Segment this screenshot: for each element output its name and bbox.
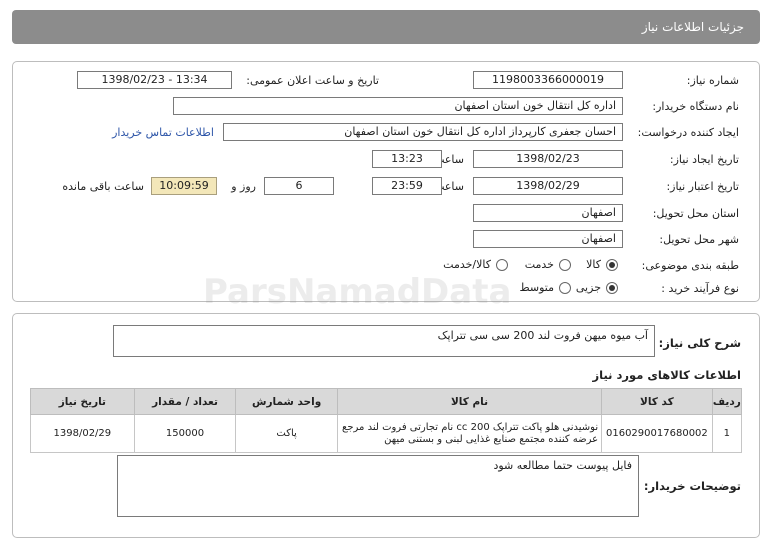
delivery-province-field[interactable]: اصفهان (473, 204, 623, 222)
created-date-label: تاریخ ایجاد نیاز: (669, 153, 739, 166)
delivery-city-field[interactable]: اصفهان (473, 230, 623, 248)
general-description-label: شرح کلی نیاز: (658, 336, 741, 350)
announce-datetime-field[interactable]: 1398/02/23 - 13:34 (77, 71, 232, 89)
item-quantity: 150000 (133, 414, 237, 453)
watermark-logo: ParsNamadData (203, 272, 512, 312)
process-type-label: نوع فرآیند خرید : (661, 282, 739, 295)
process-partial-radio[interactable] (606, 282, 618, 294)
category-goods-label: کالا (586, 258, 601, 271)
goods-section-title: اطلاعات کالاهای مورد نیاز (592, 368, 741, 382)
validity-time-field[interactable]: 23:59 (372, 177, 442, 195)
need-info-panel: ParsNamadData شماره نیاز: 11980033660000… (12, 61, 760, 312)
buyer-contact-link[interactable]: اطلاعات تماس خریدار (112, 126, 214, 139)
goods-table-header: ردیف کد کالا نام کالا واحد شمارش تعداد /… (30, 388, 743, 415)
category-goods-service-radio[interactable] (496, 259, 508, 271)
item-date: 1398/02/29 (30, 414, 135, 453)
category-service-label: خدمت (524, 258, 554, 271)
need-number-label: شماره نیاز: (686, 74, 739, 87)
delivery-province-label: استان محل تحویل: (652, 207, 739, 220)
validity-days-label: روز و (231, 180, 256, 193)
page-header: جزئیات اطلاعات نیاز (12, 10, 760, 44)
remaining-time-label: ساعت باقی مانده (62, 180, 144, 193)
announce-datetime-label: تاریخ و ساعت اعلان عمومی: (246, 74, 379, 87)
buyer-org-field[interactable]: اداره کل انتقال خون استان اصفهان (173, 97, 623, 115)
row-number: 1 (711, 414, 743, 453)
category-service-radio[interactable] (559, 259, 571, 271)
col-code-header: کد کالا (601, 388, 713, 415)
general-description-field[interactable]: آب میوه میهن فروت لند 200 سی سی تتراپک (113, 325, 655, 357)
created-time-field[interactable]: 13:23 (372, 150, 442, 168)
col-date-header: تاریخ نیاز (30, 388, 135, 415)
goods-table: ردیف کد کالا نام کالا واحد شمارش تعداد /… (30, 388, 743, 453)
category-goods-service-label: کالا/خدمت (443, 258, 491, 271)
item-name: نوشیدنی هلو پاکت تتراپک 200 cc نام تجارت… (336, 414, 603, 453)
process-partial-label: جزیی (575, 281, 601, 294)
buyer-notes-field[interactable]: فایل پیوست حتما مطالعه شود (117, 455, 639, 517)
col-unit-header: واحد شمارش (235, 388, 338, 415)
page-title: جزئیات اطلاعات نیاز (641, 20, 744, 34)
created-date-field[interactable]: 1398/02/23 (473, 150, 623, 168)
table-row: 1 0160290017680002 نوشیدنی هلو پاکت تترا… (30, 414, 743, 453)
item-unit: پاکت (235, 414, 338, 453)
process-medium-label: متوسط (519, 281, 554, 294)
process-medium-radio[interactable] (559, 282, 571, 294)
col-quantity-header: تعداد / مقدار (133, 388, 237, 415)
category-label: طبقه بندی موضوعی: (641, 259, 739, 272)
category-goods-radio[interactable] (606, 259, 618, 271)
delivery-city-label: شهر محل تحویل: (659, 233, 739, 246)
need-number-field[interactable]: 1198003366000019 (473, 71, 623, 89)
buyer-org-label: نام دستگاه خریدار: (652, 100, 739, 113)
need-description-panel: شرح کلی نیاز: آب میوه میهن فروت لند 200 … (12, 313, 760, 538)
validity-days-field[interactable]: 6 (264, 177, 334, 195)
validity-date-label: تاریخ اعتبار نیاز: (666, 180, 739, 193)
col-name-header: نام کالا (336, 388, 603, 415)
requester-label: ایجاد کننده درخواست: (637, 126, 739, 139)
requester-field[interactable]: احسان جعفری کارپرداز اداره کل انتقال خون… (223, 123, 623, 141)
item-code: 0160290017680002 (601, 414, 713, 453)
buyer-notes-label: توضیحات خریدار: (643, 479, 741, 493)
remaining-time-field: 10:09:59 (151, 177, 217, 195)
col-row-header: ردیف (711, 388, 743, 415)
validity-date-field[interactable]: 1398/02/29 (473, 177, 623, 195)
